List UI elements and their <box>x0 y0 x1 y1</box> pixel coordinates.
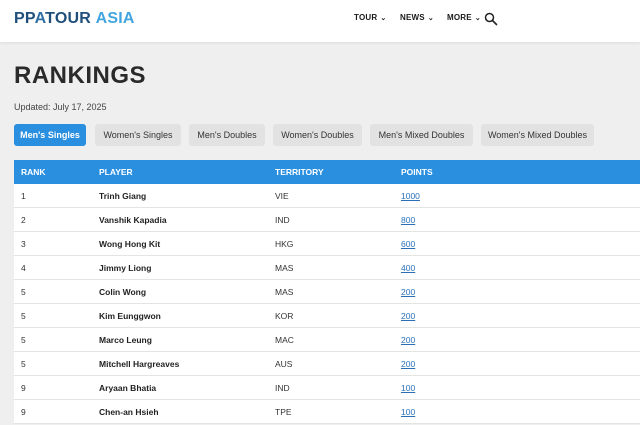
table-row: 9 Chen-an Hsieh TPE 100 <box>14 400 640 424</box>
nav-more-label: MORE <box>447 13 472 22</box>
header-player: PLAYER <box>99 167 133 177</box>
rank-cell: 5 <box>21 335 26 345</box>
ppa-tour-asia-logo[interactable]: PPATOUR ASIA <box>14 10 135 28</box>
logo-text-asia: ASIA <box>95 10 135 27</box>
rankings-table: RANK PLAYER TERRITORY POINTS 1 Trinh Gia… <box>14 160 640 424</box>
rank-cell: 9 <box>21 383 26 393</box>
territory-cell: HKG <box>275 239 294 249</box>
table-row: 5 Kim Eunggwon KOR 200 <box>14 304 640 328</box>
table-row: 5 Colin Wong MAS 200 <box>14 280 640 304</box>
player-cell: Marco Leung <box>99 335 152 345</box>
rank-cell: 5 <box>21 287 26 297</box>
tab-label: Women's Singles <box>103 130 173 140</box>
table-row: 3 Wong Hong Kit HKG 600 <box>14 232 640 256</box>
tab-womens-singles[interactable]: Women's Singles <box>95 124 181 146</box>
points-link[interactable]: 200 <box>401 335 415 345</box>
player-cell: Mitchell Hargreaves <box>99 359 180 369</box>
points-link[interactable]: 800 <box>401 215 415 225</box>
points-link[interactable]: 100 <box>401 383 415 393</box>
updated-date: Updated: July 17, 2025 <box>14 102 107 112</box>
points-link[interactable]: 100 <box>401 407 415 417</box>
tab-label: Men's Singles <box>20 130 80 140</box>
points-link[interactable]: 200 <box>401 311 415 321</box>
rank-cell: 3 <box>21 239 26 249</box>
points-link[interactable]: 400 <box>401 263 415 273</box>
territory-cell: MAC <box>275 335 294 345</box>
player-cell: Jimmy Liong <box>99 263 152 273</box>
table-row: 1 Trinh Giang VIE 1000 <box>14 184 640 208</box>
nav-news-label: NEWS <box>400 13 425 22</box>
points-link[interactable]: 600 <box>401 239 415 249</box>
header-rank: RANK <box>21 167 46 177</box>
header-points: POINTS <box>401 167 433 177</box>
tab-label: Women's Mixed Doubles <box>487 130 588 140</box>
table-row: 9 Aryaan Bhatia IND 100 <box>14 376 640 400</box>
rank-cell: 5 <box>21 311 26 321</box>
player-cell: Trinh Giang <box>99 191 147 201</box>
nav-tour[interactable]: TOUR ⌄ <box>354 13 386 22</box>
logo-text-pp: PP <box>14 10 35 27</box>
territory-cell: TPE <box>275 407 292 417</box>
nav-news[interactable]: NEWS ⌄ <box>400 13 434 22</box>
points-link[interactable]: 200 <box>401 287 415 297</box>
territory-cell: AUS <box>275 359 293 369</box>
page-title: RANKINGS <box>14 62 147 89</box>
chevron-down-icon: ⌄ <box>427 14 434 22</box>
site-header: PPATOUR ASIA TOUR ⌄ NEWS ⌄ MORE ⌄ <box>0 0 640 42</box>
territory-cell: MAS <box>275 263 294 273</box>
territory-cell: KOR <box>275 311 294 321</box>
table-row: 4 Jimmy Liong MAS 400 <box>14 256 640 280</box>
nav-tour-label: TOUR <box>354 13 378 22</box>
rank-cell: 5 <box>21 359 26 369</box>
table-row: 2 Vanshik Kapadia IND 800 <box>14 208 640 232</box>
player-cell: Vanshik Kapadia <box>99 215 167 225</box>
tab-womens-doubles[interactable]: Women's Doubles <box>273 124 362 146</box>
chevron-down-icon: ⌄ <box>474 14 481 22</box>
tab-mens-singles[interactable]: Men's Singles <box>14 124 86 146</box>
chevron-down-icon: ⌄ <box>380 14 387 22</box>
logo-text-a: A <box>34 10 46 27</box>
tab-mens-mixed-doubles[interactable]: Men's Mixed Doubles <box>370 124 473 146</box>
player-cell: Wong Hong Kit <box>99 239 161 249</box>
table-row: 5 Mitchell Hargreaves AUS 200 <box>14 352 640 376</box>
rank-cell: 2 <box>21 215 26 225</box>
player-cell: Colin Wong <box>99 287 147 297</box>
territory-cell: VIE <box>275 191 289 201</box>
territory-cell: MAS <box>275 287 294 297</box>
rank-cell: 9 <box>21 407 26 417</box>
player-cell: Aryaan Bhatia <box>99 383 157 393</box>
territory-cell: IND <box>275 215 290 225</box>
player-cell: Chen-an Hsieh <box>99 407 159 417</box>
header-territory: TERRITORY <box>275 167 324 177</box>
rank-cell: 4 <box>21 263 26 273</box>
search-icon[interactable] <box>484 12 498 26</box>
points-link[interactable]: 1000 <box>401 191 420 201</box>
tab-label: Men's Mixed Doubles <box>378 130 465 140</box>
rank-cell: 1 <box>21 191 26 201</box>
tab-label: Men's Doubles <box>197 130 257 140</box>
tab-womens-mixed-doubles[interactable]: Women's Mixed Doubles <box>481 124 594 146</box>
table-row: 5 Marco Leung MAC 200 <box>14 328 640 352</box>
player-cell: Kim Eunggwon <box>99 311 161 321</box>
tab-label: Women's Doubles <box>281 130 354 140</box>
territory-cell: IND <box>275 383 290 393</box>
nav-more[interactable]: MORE ⌄ <box>447 13 481 22</box>
table-header: RANK PLAYER TERRITORY POINTS <box>14 160 640 184</box>
logo-text-tour: TOUR <box>45 10 91 27</box>
points-link[interactable]: 200 <box>401 359 415 369</box>
tab-mens-doubles[interactable]: Men's Doubles <box>189 124 265 146</box>
